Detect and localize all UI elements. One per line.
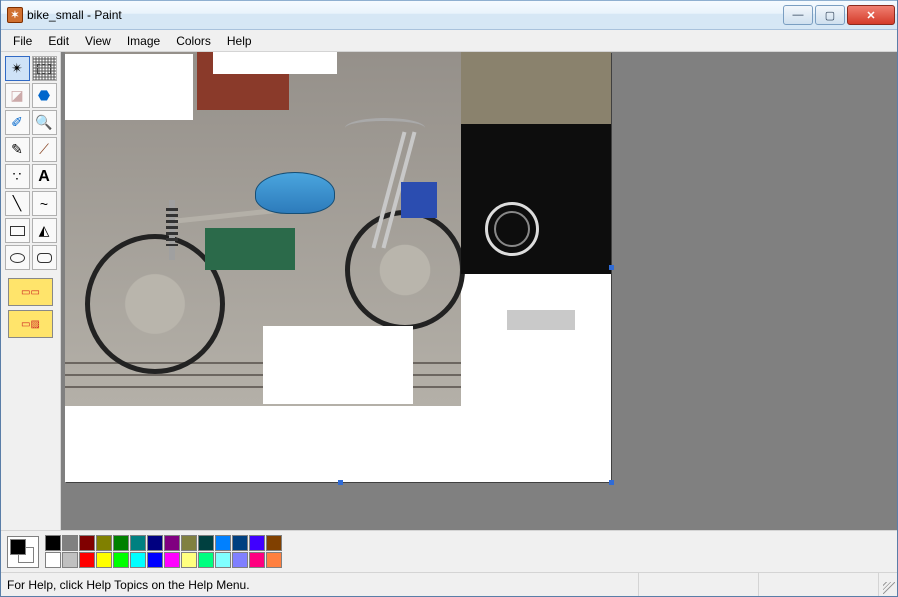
status-bar: For Help, click Help Topics on the Help … <box>1 572 897 596</box>
tool-rectangle[interactable] <box>5 218 30 243</box>
color-swatch[interactable] <box>62 552 78 568</box>
paint-window: ✶ bike_small - Paint — ▢ ✕ File Edit Vie… <box>0 0 898 597</box>
color-swatch[interactable] <box>96 552 112 568</box>
tool-line[interactable]: ╲ <box>5 191 30 216</box>
rear-shock <box>169 200 175 260</box>
tool-free-form-select[interactable]: ✴ <box>5 56 30 81</box>
tool-ellipse[interactable] <box>5 245 30 270</box>
color-swatch[interactable] <box>79 535 95 551</box>
color-swatch[interactable] <box>198 552 214 568</box>
color-swatch[interactable] <box>130 552 146 568</box>
selection-handle-br[interactable] <box>609 480 614 485</box>
color-swatch[interactable] <box>215 535 231 551</box>
color-swatch[interactable] <box>113 535 129 551</box>
maximize-button[interactable]: ▢ <box>815 5 845 25</box>
resize-grip[interactable] <box>879 573 897 596</box>
menu-file[interactable]: File <box>5 31 40 51</box>
menu-help[interactable]: Help <box>219 31 260 51</box>
tool-color-picker[interactable]: ✐ <box>5 110 30 135</box>
tool-grid: ✴ ◪ ⬣ ✐ 🔍 ✎ ⟋ ∵ A ╲ ~ ◭ <box>3 56 58 270</box>
tool-polygon[interactable]: ◭ <box>32 218 57 243</box>
image-plate <box>507 310 575 330</box>
canvas-workspace[interactable] <box>61 52 897 530</box>
image-engine <box>461 52 611 124</box>
color-swatch[interactable] <box>232 552 248 568</box>
tool-curve[interactable]: ~ <box>32 191 57 216</box>
color-swatch[interactable] <box>181 552 197 568</box>
fuel-tank <box>255 172 335 214</box>
erased-patch-2 <box>213 52 337 74</box>
tool-fill[interactable]: ⬣ <box>32 83 57 108</box>
status-pane-coords <box>639 573 759 596</box>
menu-image[interactable]: Image <box>119 31 168 51</box>
menu-bar: File Edit View Image Colors Help <box>1 30 897 52</box>
color-swatch[interactable] <box>45 552 61 568</box>
rear-wheel <box>85 234 225 374</box>
color-swatch[interactable] <box>147 552 163 568</box>
tool-box: ✴ ◪ ⬣ ✐ 🔍 ✎ ⟋ ∵ A ╲ ~ ◭ ▭▭ ▭▨ <box>1 52 61 530</box>
tool-eraser[interactable]: ◪ <box>5 83 30 108</box>
erased-patch-1 <box>65 54 193 120</box>
color-swatch[interactable] <box>130 535 146 551</box>
menu-edit[interactable]: Edit <box>40 31 77 51</box>
color-swatch[interactable] <box>96 535 112 551</box>
window-controls: — ▢ ✕ <box>781 5 895 25</box>
tool-magnifier[interactable]: 🔍 <box>32 110 57 135</box>
color-swatch[interactable] <box>113 552 129 568</box>
color-swatch[interactable] <box>232 535 248 551</box>
garage-bicycle-wheel <box>485 202 539 256</box>
image-garage <box>461 124 611 274</box>
erased-patch-3 <box>263 326 413 404</box>
blue-crate <box>401 182 437 218</box>
tool-airbrush[interactable]: ∵ <box>5 164 30 189</box>
tool-text[interactable]: A <box>32 164 57 189</box>
color-swatch[interactable] <box>62 535 78 551</box>
color-swatch[interactable] <box>147 535 163 551</box>
tool-option-opaque[interactable]: ▭▭ <box>8 278 53 306</box>
tool-options: ▭▭ ▭▨ <box>3 278 58 338</box>
bike-frame-body <box>205 228 295 270</box>
selection-handle-bottom[interactable] <box>338 480 343 485</box>
color-swatch[interactable] <box>45 535 61 551</box>
tool-option-transparent[interactable]: ▭▨ <box>8 310 53 338</box>
app-icon: ✶ <box>7 7 23 23</box>
menu-view[interactable]: View <box>77 31 119 51</box>
color-swatch[interactable] <box>198 535 214 551</box>
color-swatch[interactable] <box>249 535 265 551</box>
minimize-button[interactable]: — <box>783 5 813 25</box>
color-swatch[interactable] <box>266 535 282 551</box>
color-swatch[interactable] <box>164 552 180 568</box>
foreground-color-swatch[interactable] <box>10 539 26 555</box>
color-palette <box>1 530 897 572</box>
tool-brush[interactable]: ⟋ <box>32 137 57 162</box>
tool-rounded-rectangle[interactable] <box>32 245 57 270</box>
front-wheel <box>345 210 465 330</box>
color-swatch[interactable] <box>79 552 95 568</box>
color-grid <box>45 535 282 568</box>
title-bar[interactable]: ✶ bike_small - Paint — ▢ ✕ <box>1 0 897 30</box>
color-swatch[interactable] <box>181 535 197 551</box>
content-area: ✴ ◪ ⬣ ✐ 🔍 ✎ ⟋ ∵ A ╲ ~ ◭ ▭▭ ▭▨ <box>1 52 897 530</box>
handlebar <box>345 118 425 138</box>
color-swatch[interactable] <box>164 535 180 551</box>
current-colors[interactable] <box>7 536 39 568</box>
tool-pencil[interactable]: ✎ <box>5 137 30 162</box>
status-text: For Help, click Help Topics on the Help … <box>1 573 639 596</box>
close-button[interactable]: ✕ <box>847 5 895 25</box>
color-swatch[interactable] <box>215 552 231 568</box>
color-swatch[interactable] <box>266 552 282 568</box>
canvas[interactable] <box>65 52 611 482</box>
color-swatch[interactable] <box>249 552 265 568</box>
status-pane-size <box>759 573 879 596</box>
window-title: bike_small - Paint <box>27 8 122 22</box>
selection-handle-right[interactable] <box>609 265 614 270</box>
menu-colors[interactable]: Colors <box>168 31 219 51</box>
tool-rectangle-select[interactable] <box>32 56 57 81</box>
